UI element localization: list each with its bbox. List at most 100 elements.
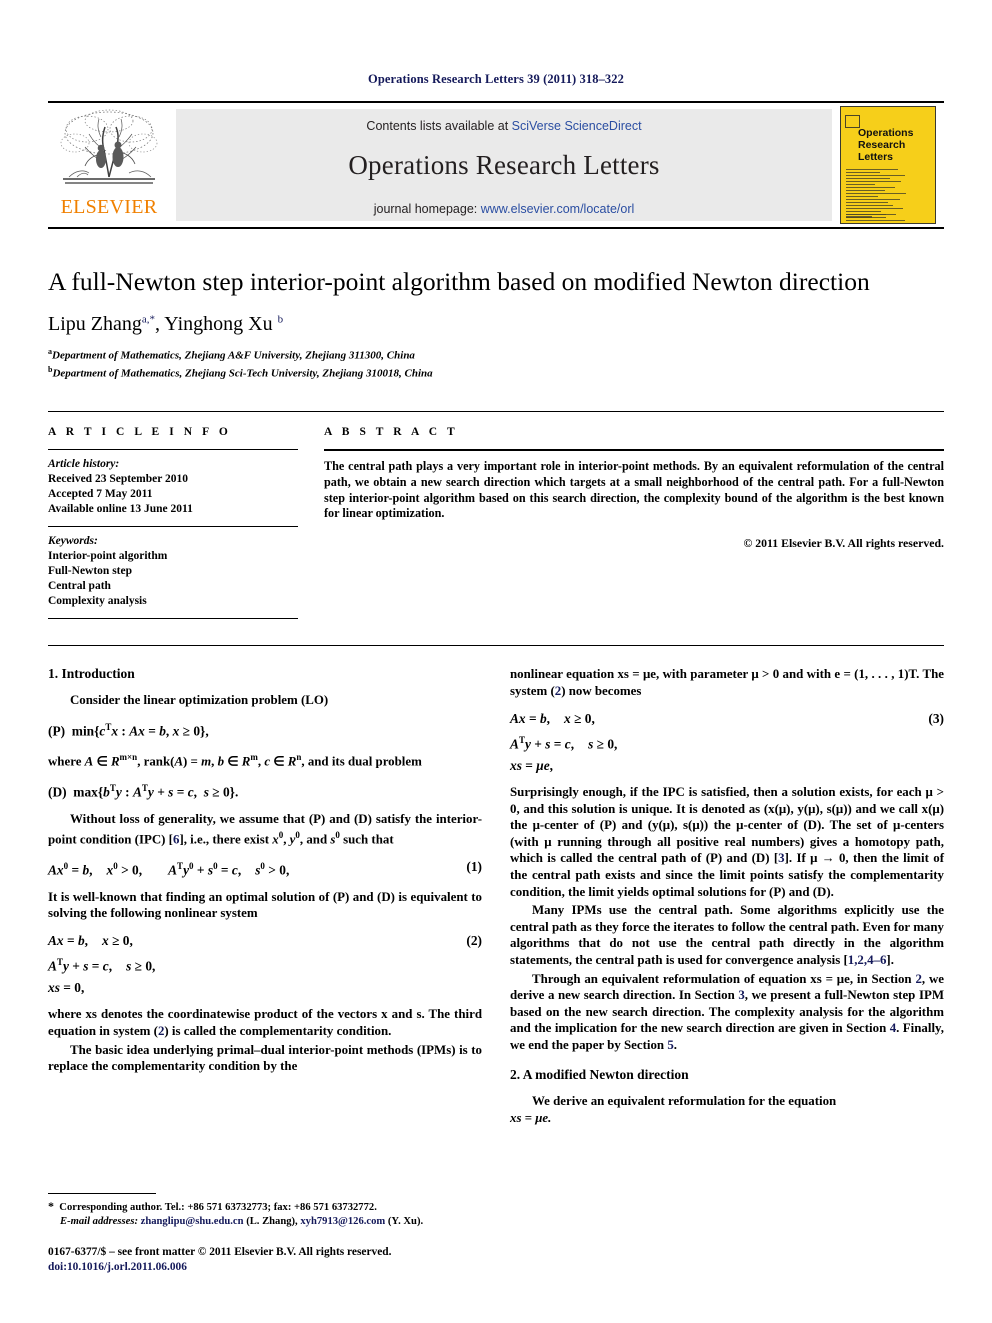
elsevier-tree-icon: [60, 109, 158, 184]
journal-banner: Contents lists available at SciVerse Sci…: [176, 109, 832, 221]
paragraph: nonlinear equation xs = μe, with paramet…: [510, 666, 944, 699]
paragraph: where xs denotes the coordinatewise prod…: [48, 1006, 482, 1039]
equation-3-number: (3): [928, 710, 944, 726]
paragraph: It is well-known that finding an optimal…: [48, 889, 482, 921]
equation-2-number: (2): [466, 932, 482, 948]
author-list: Lipu Zhanga,*, Yinghong Xu b: [48, 313, 944, 336]
equation-2: (2) Ax = b, x ≥ 0, ATy + s = c, s ≥ 0, xs …: [48, 931, 482, 997]
paragraph-part: ) is called the complementarity conditio…: [164, 1023, 392, 1038]
footnote-block: * Corresponding author. Tel.: +86 571 63…: [48, 1193, 482, 1275]
body-left-column: 1. Introduction Consider the linear opti…: [48, 666, 482, 1128]
keyword-item: Central path: [48, 580, 111, 593]
equation-1-number: (1): [466, 859, 482, 875]
sciencedirect-link[interactable]: SciVerse ScienceDirect: [512, 119, 642, 133]
elsevier-wordmark: ELSEVIER: [60, 196, 158, 218]
cover-title: Operations Research Letters: [858, 127, 913, 163]
email-link-2[interactable]: xyh7913@126.com: [300, 1216, 385, 1227]
section-heading-introduction: 1. Introduction: [48, 666, 135, 682]
paragraph: Many IPMs use the central path. Some alg…: [510, 902, 944, 968]
cover-title-line1: Operations: [858, 127, 914, 139]
equation-dual: (D) max{bTy : ATy + s = c, s ≥ 0}.: [48, 783, 239, 800]
equation-2-line-2: ATy + s = c, s ≥ 0,: [48, 956, 156, 974]
issn-copyright-block: 0167-6377/$ – see front matter © 2011 El…: [48, 1245, 482, 1275]
article-info-heading: A R T I C L E I N F O: [48, 426, 232, 439]
history-received: Received 23 September 2010: [48, 473, 188, 486]
info-abstract-region: A R T I C L E I N F O Article history: R…: [48, 411, 944, 620]
author-name-2: Yinghong Xu: [164, 313, 273, 335]
keywords-label: Keywords:: [48, 535, 98, 548]
paragraph-part: ].: [886, 952, 894, 967]
affiliation-b: bDepartment of Mathematics, Zhejiang Sci…: [48, 363, 944, 381]
title-block: A full-Newton step interior-point algori…: [48, 267, 944, 381]
citation-link[interactable]: 6: [173, 833, 179, 847]
homepage-prefix: journal homepage:: [373, 201, 481, 216]
footnote-star-marker: *: [48, 1199, 54, 1213]
author-1-affiliation-marker[interactable]: a,*: [142, 313, 155, 325]
email-owner-2: (Y. Xu).: [387, 1216, 424, 1227]
corresponding-author-text: Corresponding author. Tel.: +86 571 6373…: [59, 1202, 377, 1213]
journal-title: Operations Research Letters: [348, 149, 660, 180]
footnote-rule: [48, 1193, 156, 1194]
affiliations: aDepartment of Mathematics, Zhejiang A&F…: [48, 345, 944, 381]
equation-2-line-3: xs = 0,: [48, 980, 85, 996]
journal-masthead: ELSEVIER Contents lists available at Sci…: [48, 101, 944, 229]
elsevier-logo: ELSEVIER: [48, 103, 170, 227]
equation-3-lines: Ax = b, x ≥ 0, ATy + s = c, s ≥ 0, xs = μe…: [510, 709, 944, 775]
paragraph-part: We derive an equivalent reformulation fo…: [532, 1094, 837, 1109]
history-accepted: Accepted 7 May 2011: [48, 488, 153, 501]
paragraph-part: Without loss of generality, we assume th…: [48, 811, 482, 847]
paragraph: Without loss of generality, we assume th…: [48, 811, 482, 847]
equation-3-line-2: ATy + s = c, s ≥ 0,: [510, 734, 618, 751]
history-available-online: Available online 13 June 2011: [48, 503, 193, 516]
issn-line: 0167-6377/$ – see front matter © 2011 El…: [48, 1246, 392, 1258]
author-separator: ,: [155, 313, 165, 335]
article-history-group: Article history: Received 23 September 2…: [48, 450, 298, 526]
email-owner-1: (L. Zhang),: [246, 1216, 298, 1227]
paragraph-part: .: [673, 1037, 678, 1052]
abstract-column: A B S T R A C T The central path plays a…: [324, 426, 944, 619]
abstract-text: The central path plays a very important …: [324, 459, 944, 521]
cover-topbar: [841, 107, 935, 113]
equation-primal: (P) min{cTx : Ax = b, x ≥ 0},: [48, 721, 209, 739]
email-addresses-label: E-mail addresses:: [60, 1216, 138, 1227]
paragraph: The basic idea underlying primal–dual in…: [48, 1042, 482, 1074]
article-page: Operations Research Letters 39 (2011) 31…: [0, 0, 992, 1323]
paragraph: where A ∈ Rm×n, rank(A) = m, b ∈ Rm, c ∈…: [48, 752, 422, 769]
article-history-label: Article history:: [48, 458, 120, 471]
equation-3: (3) Ax = b, x ≥ 0, ATy + s = c, s ≥ 0, xs …: [510, 709, 944, 775]
paragraph-part: ) now becomes: [561, 683, 642, 698]
body-right-column: nonlinear equation xs = μe, with paramet…: [510, 666, 944, 1128]
email-link-1[interactable]: zhanglipu@shu.edu.cn: [141, 1216, 244, 1227]
equation-2-lines: Ax = b, x ≥ 0, ATy + s = c, s ≥ 0, xs = 0,: [48, 931, 482, 997]
equation-1: (1) Ax0 = b, x0 > 0, ATy0 + s0 = c, s0 > 0,: [48, 859, 482, 878]
paragraph: Surprisingly enough, if the IPC is satis…: [510, 784, 944, 900]
journal-cover-thumbnail[interactable]: Operations Research Letters: [832, 103, 944, 227]
author-name-1: Lipu Zhang: [48, 313, 142, 335]
cover-title-line3: Letters: [858, 151, 894, 163]
info-rule-bottom: [48, 618, 298, 620]
affiliation-a-text: Department of Mathematics, Zhejiang A&F …: [52, 349, 415, 362]
corresponding-author-note: * Corresponding author. Tel.: +86 571 63…: [48, 1199, 482, 1229]
journal-homepage-link[interactable]: www.elsevier.com/locate/orl: [481, 202, 635, 216]
paragraph: Consider the linear optimization problem…: [70, 693, 329, 708]
doi-link[interactable]: doi:10.1016/j.orl.2011.06.006: [48, 1260, 482, 1275]
abstract-heading: A B S T R A C T: [324, 426, 459, 439]
author-2-affiliation-marker[interactable]: b: [278, 313, 284, 325]
running-head: Operations Research Letters 39 (2011) 31…: [368, 72, 624, 86]
cover-image: Operations Research Letters: [840, 106, 936, 224]
equation-3-line-1: Ax = b, x ≥ 0,: [510, 710, 595, 726]
paragraph-part: Through an equivalent reformulation of e…: [532, 971, 916, 986]
equation-3-line-3: xs = μe,: [510, 757, 554, 773]
keywords-group: Keywords: Interior-point algorithm Full-…: [48, 527, 298, 618]
equation-2-line-1: Ax = b, x ≥ 0,: [48, 932, 133, 948]
contents-available-line: Contents lists available at SciVerse Sci…: [366, 119, 641, 133]
paragraph: Through an equivalent reformulation of e…: [510, 971, 944, 1054]
article-info-column: A R T I C L E I N F O Article history: R…: [48, 426, 298, 620]
paragraph-part: xs = μe.: [510, 1111, 552, 1126]
cover-title-line2: Research: [858, 139, 906, 151]
journal-homepage-line: journal homepage: www.elsevier.com/locat…: [374, 202, 635, 216]
citation-link[interactable]: 1,2,4–6: [848, 953, 887, 967]
keyword-item: Full-Newton step: [48, 565, 133, 578]
paragraph: We derive an equivalent reformulation fo…: [510, 1093, 944, 1126]
body-two-column: 1. Introduction Consider the linear opti…: [48, 645, 944, 1128]
